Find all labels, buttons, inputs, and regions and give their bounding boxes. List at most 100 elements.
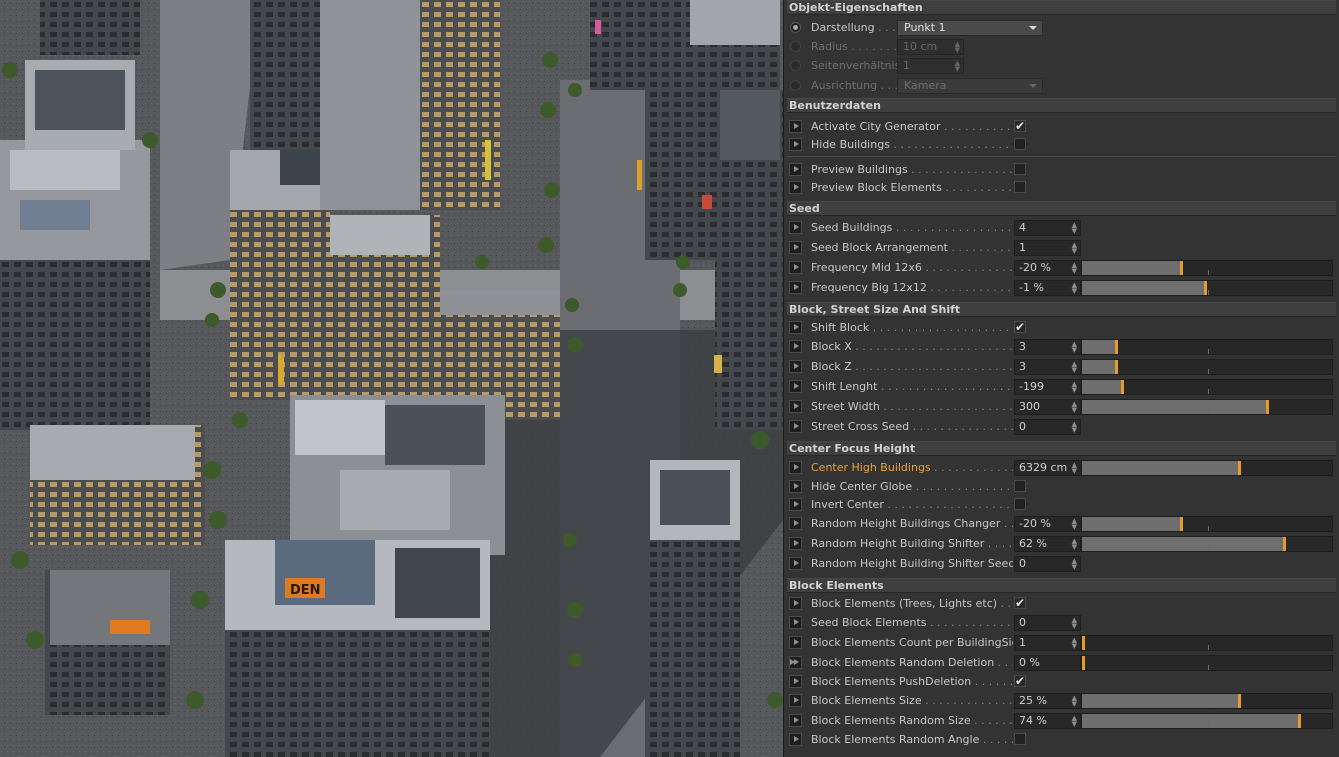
animation-track-icon[interactable] [789, 480, 802, 493]
slider-handle[interactable] [1180, 517, 1183, 531]
spinner-icon[interactable]: ▲ ▼ [1072, 282, 1077, 295]
animation-track-icon[interactable] [789, 714, 802, 727]
random-shifter-slider[interactable] [1081, 536, 1333, 552]
block-elements-checkbox[interactable]: ✔ [1014, 597, 1026, 609]
shift-length-slider[interactable] [1081, 379, 1333, 395]
spinner-icon[interactable]: ▲ ▼ [1072, 538, 1077, 551]
spinner-icon[interactable]: ▲ ▼ [1072, 361, 1077, 374]
slider-handle[interactable] [1283, 537, 1286, 551]
animation-track-icon[interactable] [789, 221, 802, 234]
animation-track-icon[interactable] [789, 420, 802, 433]
ausrichtung-dropdown[interactable]: Kamera [897, 78, 1043, 94]
animation-track-icon[interactable] [789, 321, 802, 334]
slider-handle[interactable] [1115, 360, 1118, 374]
animation-track-icon[interactable] [789, 241, 802, 254]
invert-center-checkbox[interactable] [1014, 498, 1026, 510]
animation-track-icon[interactable] [789, 380, 802, 393]
spinner-icon[interactable]: ▲ ▼ [1072, 715, 1077, 728]
slider-handle[interactable] [1298, 714, 1301, 728]
spinner-icon[interactable]: ▲ ▼ [1072, 617, 1077, 630]
hide-globe-checkbox[interactable] [1014, 480, 1026, 492]
animation-track-icon[interactable] [789, 400, 802, 413]
preview-buildings-checkbox[interactable] [1014, 163, 1026, 175]
street-width-field[interactable]: 300 ▲ ▼ [1014, 399, 1081, 415]
spinner-icon[interactable]: ▲ ▼ [955, 60, 960, 73]
animate-radio[interactable] [790, 41, 801, 52]
spinner-icon[interactable]: ▲ ▼ [1072, 695, 1077, 708]
slider-handle[interactable] [1115, 340, 1118, 354]
spinner-icon[interactable]: ▲ ▼ [1072, 242, 1077, 255]
seed-block-field[interactable]: 1 ▲ ▼ [1014, 240, 1081, 256]
animation-track-icon[interactable] [789, 694, 802, 707]
spinner-icon[interactable]: ▲ ▼ [1072, 637, 1077, 650]
animation-track-icon[interactable] [789, 360, 802, 373]
spinner-icon[interactable]: ▲ ▼ [1072, 341, 1077, 354]
frequency-mid-slider[interactable] [1081, 260, 1333, 276]
animate-radio[interactable] [790, 60, 801, 71]
street-cross-field[interactable]: 0 ▲ ▼ [1014, 419, 1081, 435]
animation-track-icon[interactable] [789, 616, 802, 629]
center-high-slider[interactable] [1081, 460, 1333, 476]
seitenverhaeltnis-field[interactable]: 1 ▲ ▼ [897, 58, 964, 74]
random-seed-field[interactable]: 0 ▲ ▼ [1014, 556, 1081, 572]
preview-block-checkbox[interactable] [1014, 181, 1026, 193]
random-size-slider[interactable] [1081, 713, 1333, 729]
slider-handle[interactable] [1238, 694, 1241, 708]
spinner-icon[interactable]: ▲ ▼ [1072, 401, 1077, 414]
seed-buildings-field[interactable]: 4 ▲ ▼ [1014, 220, 1081, 236]
radius-field[interactable]: 10 cm ▲ ▼ [897, 39, 964, 55]
animation-track-icon[interactable] [789, 340, 802, 353]
center-high-field[interactable]: 6329 cm ▲ ▼ [1014, 460, 1081, 476]
elements-size-field[interactable]: 25 % ▲ ▼ [1014, 693, 1081, 709]
animation-track-icon[interactable] [789, 281, 802, 294]
animation-track-icon[interactable] [789, 517, 802, 530]
slider-handle[interactable] [1121, 380, 1124, 394]
slider-handle[interactable] [1180, 261, 1183, 275]
random-size-field[interactable]: 74 % ▲ ▼ [1014, 713, 1081, 729]
hide-buildings-checkbox[interactable] [1014, 138, 1026, 150]
shift-length-field[interactable]: -199 ▲ ▼ [1014, 379, 1081, 395]
slider-handle[interactable] [1238, 461, 1241, 475]
spinner-icon[interactable]: ▲ ▼ [1072, 222, 1077, 235]
spinner-icon[interactable]: ▲ ▼ [1072, 421, 1077, 434]
spinner-icon[interactable]: ▲ ▼ [1072, 381, 1077, 394]
animation-track-icon[interactable] [789, 656, 802, 669]
animation-track-icon[interactable] [789, 261, 802, 274]
animation-track-icon[interactable] [789, 461, 802, 474]
random-deletion-slider[interactable] [1081, 655, 1333, 671]
spinner-icon[interactable]: ▲ ▼ [1072, 462, 1077, 475]
random-changer-slider[interactable] [1081, 516, 1333, 532]
animation-track-icon[interactable] [789, 498, 802, 511]
darstellung-dropdown[interactable]: Punkt 1 [897, 20, 1043, 36]
random-changer-field[interactable]: -20 % ▲ ▼ [1014, 516, 1081, 532]
render-viewport[interactable]: DEN [0, 0, 783, 757]
slider-handle[interactable] [1082, 656, 1085, 670]
slider-handle[interactable] [1266, 400, 1269, 414]
activate-city-checkbox[interactable]: ✔ [1014, 120, 1026, 132]
count-per-side-slider[interactable] [1081, 635, 1333, 651]
street-width-slider[interactable] [1081, 399, 1333, 415]
animation-track-icon[interactable] [789, 138, 802, 151]
animation-track-icon[interactable] [789, 120, 802, 133]
spinner-icon[interactable]: ▲ ▼ [1072, 558, 1077, 571]
frequency-big-slider[interactable] [1081, 280, 1333, 296]
spinner-icon[interactable]: ▲ ▼ [1072, 262, 1077, 275]
animation-track-icon[interactable] [789, 597, 802, 610]
animate-radio[interactable] [790, 22, 801, 33]
random-deletion-field[interactable]: 0 % [1014, 655, 1081, 671]
animation-track-icon[interactable] [789, 675, 802, 688]
push-deletion-checkbox[interactable]: ✔ [1014, 675, 1026, 687]
block-z-slider[interactable] [1081, 359, 1333, 375]
slider-handle[interactable] [1204, 281, 1207, 295]
elements-size-slider[interactable] [1081, 693, 1333, 709]
spinner-icon[interactable]: ▲ ▼ [1072, 518, 1077, 531]
animation-track-icon[interactable] [789, 557, 802, 570]
animate-radio[interactable] [790, 80, 801, 91]
block-z-field[interactable]: 3 ▲ ▼ [1014, 359, 1081, 375]
animation-track-icon[interactable] [789, 733, 802, 746]
frequency-mid-field[interactable]: -20 % ▲ ▼ [1014, 260, 1081, 276]
random-angle-checkbox[interactable] [1014, 733, 1026, 745]
slider-handle[interactable] [1082, 636, 1085, 650]
block-x-field[interactable]: 3 ▲ ▼ [1014, 339, 1081, 355]
animation-track-icon[interactable] [789, 163, 802, 176]
